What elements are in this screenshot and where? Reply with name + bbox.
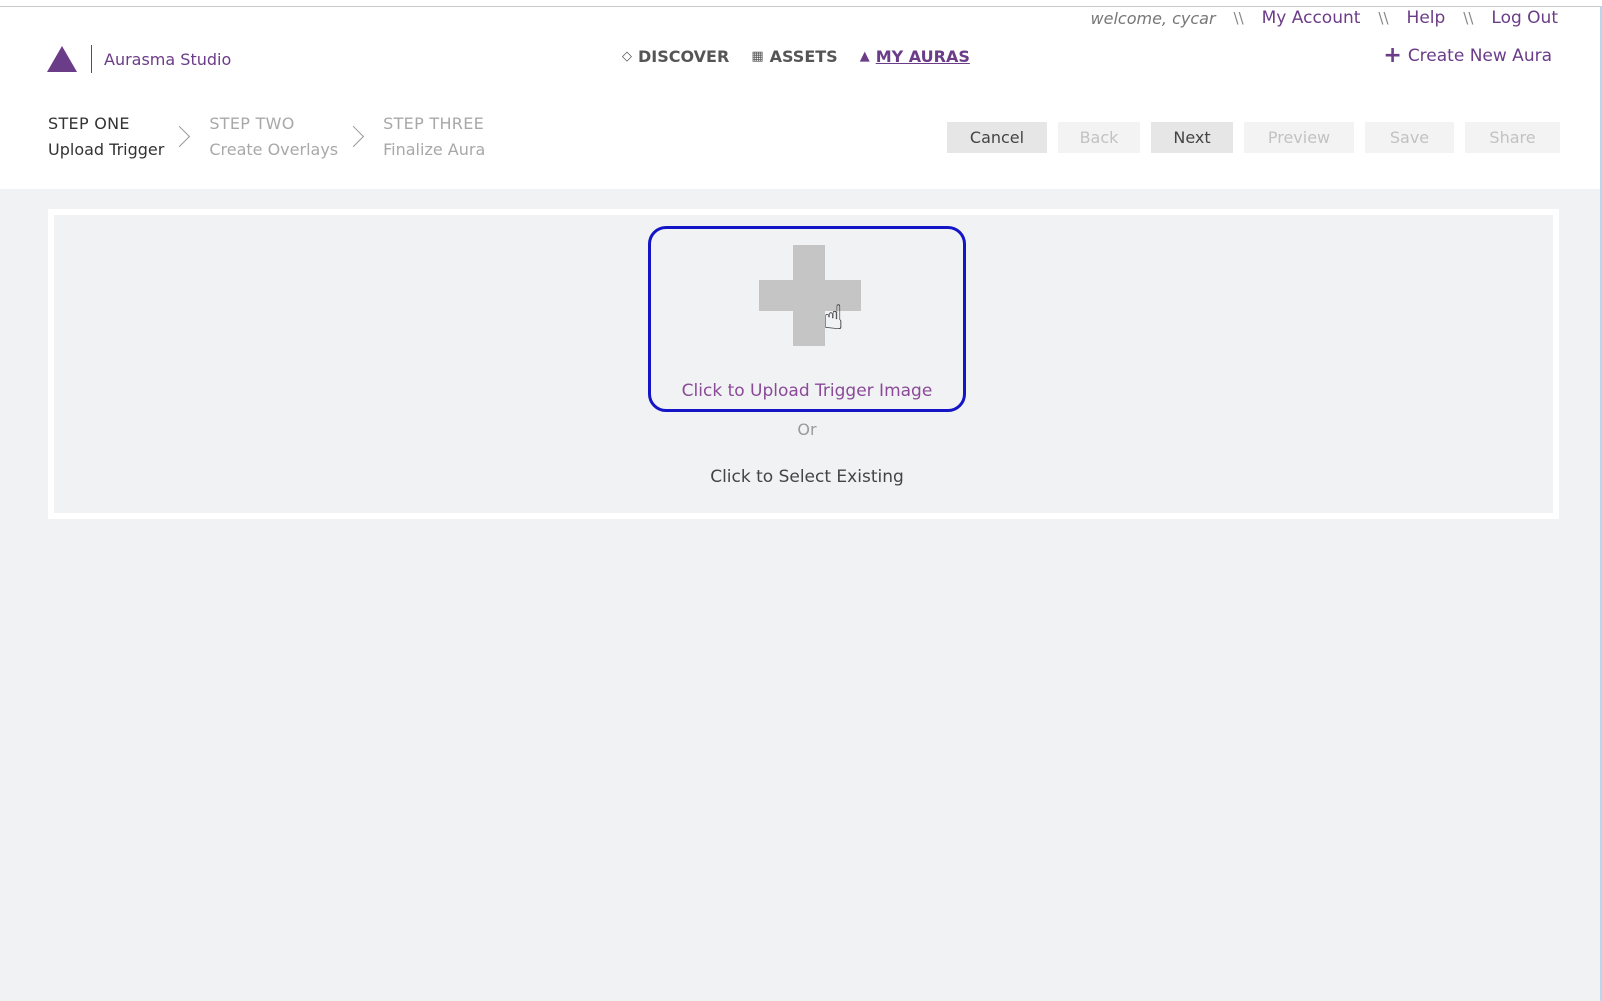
step-title: Upload Trigger xyxy=(48,140,165,159)
step-two: STEP TWO Create Overlays xyxy=(209,111,338,163)
nav-my-auras[interactable]: ▲ MY AURAS xyxy=(860,47,970,66)
user-bar: welcome, cycar \\ My Account \\ Help \\ … xyxy=(1091,6,1558,30)
or-label: Or xyxy=(797,420,817,439)
select-existing-link[interactable]: Click to Select Existing xyxy=(648,467,966,487)
action-bar: Cancel Back Next Preview Save Share xyxy=(947,122,1560,153)
step-title: Create Overlays xyxy=(209,140,339,159)
logo-divider xyxy=(91,45,92,73)
nav-assets[interactable]: ▦ ASSETS xyxy=(751,47,837,66)
upload-panel: ☝ Click to Upload Trigger Image Or Click… xyxy=(48,209,1559,519)
nav-assets-label: ASSETS xyxy=(769,46,838,66)
nav-discover[interactable]: ◇ DISCOVER xyxy=(622,47,729,66)
main-nav: ◇ DISCOVER ▦ ASSETS ▲ MY AURAS xyxy=(622,44,992,68)
upload-trigger-label: Click to Upload Trigger Image xyxy=(681,381,933,401)
welcome-text: welcome, cycar xyxy=(1090,8,1216,28)
preview-button[interactable]: Preview xyxy=(1244,122,1354,153)
chevron-right-icon xyxy=(343,125,365,148)
header: welcome, cycar \\ My Account \\ Help \\ … xyxy=(0,0,1602,189)
help-link[interactable]: Help xyxy=(1407,8,1446,28)
diamond-icon: ◇ xyxy=(622,48,632,64)
step-indicator: STEP ONE Upload Trigger STEP TWO Create … xyxy=(48,111,485,163)
separator: \\ xyxy=(1463,9,1474,27)
my-account-link[interactable]: My Account xyxy=(1262,8,1361,28)
create-new-aura-button[interactable]: + Create New Aura xyxy=(1383,44,1552,68)
cancel-button[interactable]: Cancel xyxy=(947,122,1047,153)
plus-icon-bar xyxy=(759,280,861,311)
nav-my-auras-label: MY AURAS xyxy=(875,46,970,66)
nav-discover-label: DISCOVER xyxy=(638,46,730,66)
hand-cursor-icon: ☝ xyxy=(823,298,844,338)
share-button[interactable]: Share xyxy=(1465,122,1560,153)
logo[interactable]: Aurasma Studio xyxy=(47,44,231,74)
log-out-link[interactable]: Log Out xyxy=(1491,8,1558,28)
step-one: STEP ONE Upload Trigger xyxy=(48,111,164,163)
create-new-aura-label: Create New Aura xyxy=(1407,46,1552,66)
chevron-right-icon xyxy=(169,125,191,148)
logo-text: Aurasma Studio xyxy=(104,49,232,69)
image-icon: ▦ xyxy=(751,48,764,64)
next-button[interactable]: Next xyxy=(1151,122,1233,153)
upload-trigger-button[interactable]: ☝ Click to Upload Trigger Image xyxy=(648,226,966,412)
step-title: Finalize Aura xyxy=(383,140,486,159)
separator: \\ xyxy=(1378,9,1389,27)
step-three: STEP THREE Finalize Aura xyxy=(383,111,485,163)
step-number: STEP ONE xyxy=(48,114,130,133)
aura-triangle-icon: ▲ xyxy=(859,48,870,64)
step-number: STEP THREE xyxy=(383,114,485,133)
plus-icon: + xyxy=(1383,43,1402,68)
save-button[interactable]: Save xyxy=(1365,122,1454,153)
step-number: STEP TWO xyxy=(209,114,295,133)
back-button[interactable]: Back xyxy=(1058,122,1140,153)
separator: \\ xyxy=(1233,9,1244,27)
aurasma-logo-icon xyxy=(47,46,77,72)
